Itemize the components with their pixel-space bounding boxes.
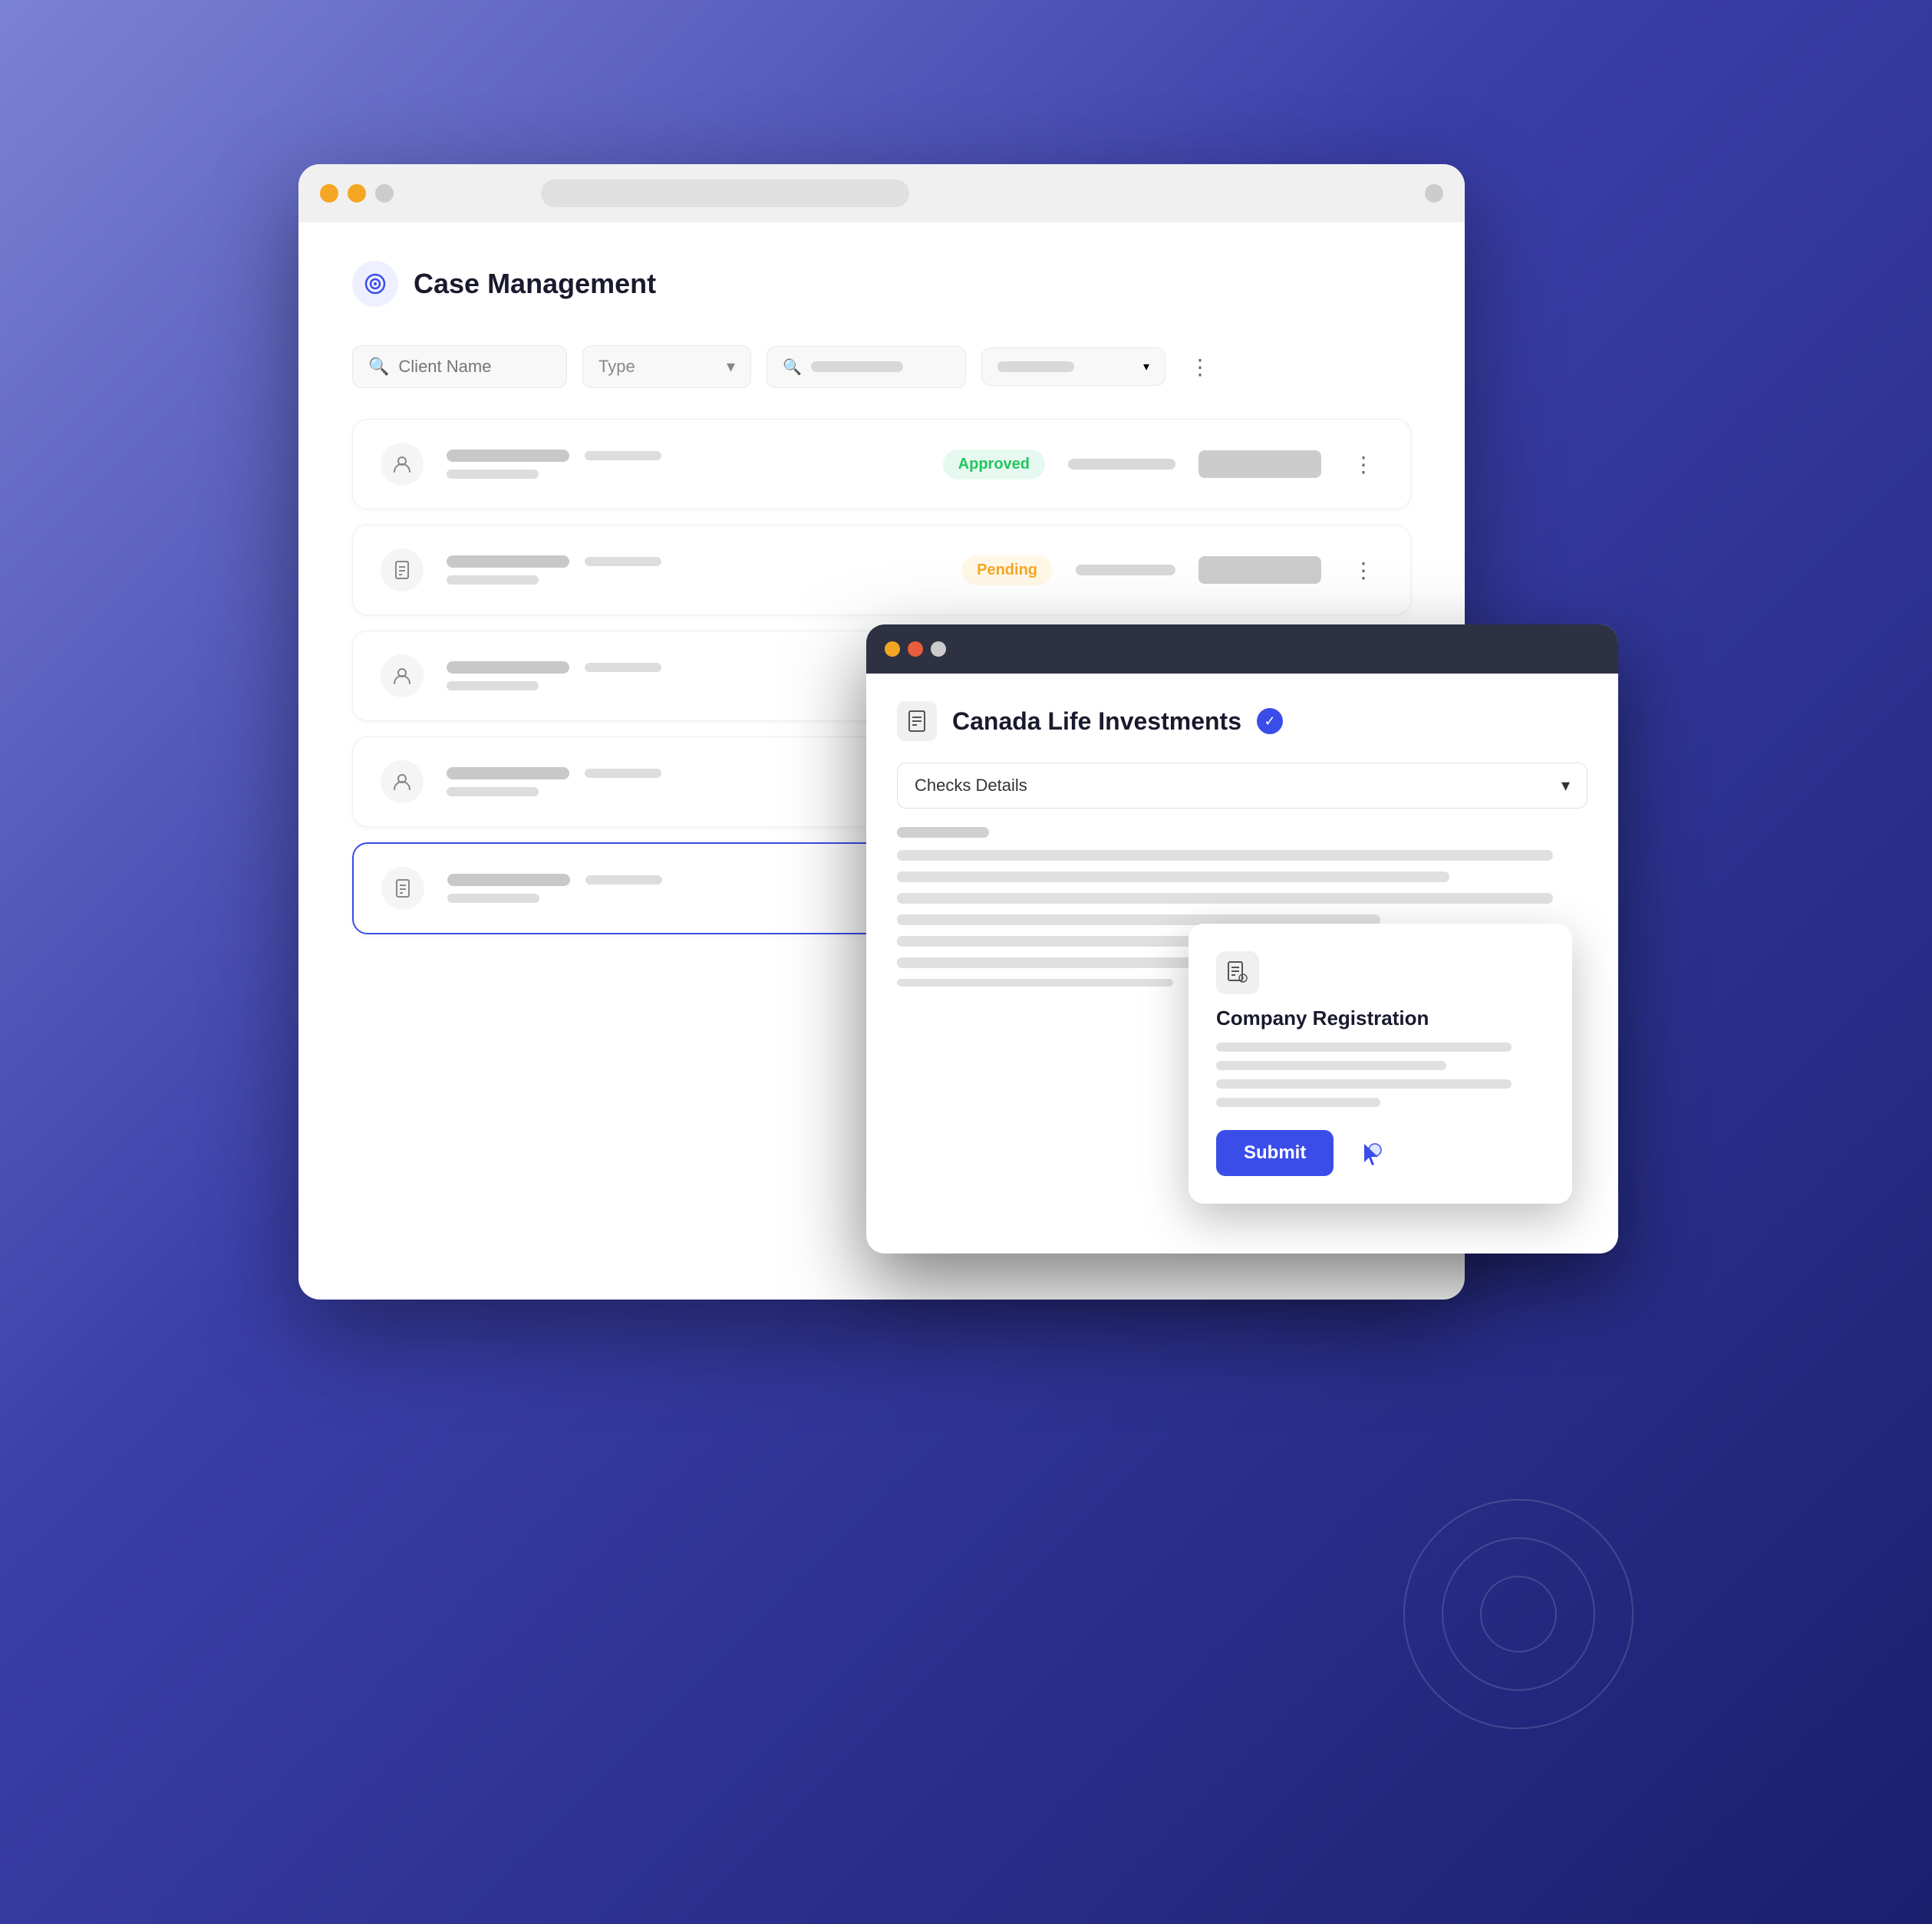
table-row[interactable]: Pending ⋮ (352, 525, 1411, 615)
search-icon: 🔍 (368, 357, 389, 377)
case-date-bar (1068, 459, 1175, 469)
cursor-icon (1349, 1133, 1389, 1173)
case-icon-person (381, 443, 424, 486)
case-type-bar (585, 451, 661, 460)
tooltip-bar (1216, 1079, 1512, 1089)
case-name-bar (447, 767, 569, 779)
status-blur (997, 361, 1074, 372)
decorative-circles (1327, 1422, 1634, 1729)
chevron-down-icon-sec: ▾ (1561, 776, 1570, 796)
more-options-button[interactable]: ⋮ (1181, 348, 1219, 386)
doc-icon (905, 710, 928, 733)
tooltip-footer: Submit (1216, 1130, 1545, 1176)
tooltip-bar (1216, 1098, 1380, 1107)
action-bar (1198, 450, 1321, 478)
company-reg-icon: ? (1225, 960, 1250, 985)
logo-icon (363, 272, 387, 296)
deco-circle-3 (1480, 1576, 1557, 1652)
tooltip-bar (1216, 1061, 1446, 1070)
case-date-bar (1076, 565, 1175, 575)
case-icon-document (381, 867, 424, 910)
deco-circle-2 (1442, 1537, 1595, 1691)
person-icon (391, 771, 413, 792)
table-row[interactable]: Approved ⋮ (352, 419, 1411, 509)
checks-dropdown[interactable]: Checks Details ▾ (897, 763, 1587, 809)
chevron-down-icon: ▾ (727, 357, 735, 377)
case-type-bar (585, 663, 661, 672)
client-name-search[interactable]: 🔍 (352, 345, 567, 388)
tooltip-bars (1216, 1043, 1545, 1107)
verified-badge: ✓ (1257, 708, 1283, 734)
url-bar (541, 180, 909, 207)
app-header: Case Management (352, 261, 1411, 307)
status-dropdown[interactable]: ▾ (981, 348, 1165, 386)
document-icon (391, 559, 413, 581)
case-details (447, 555, 938, 585)
case-name-bar (447, 874, 570, 886)
person-icon (391, 453, 413, 475)
case-type-bar (585, 769, 661, 778)
dot-close[interactable] (320, 184, 338, 203)
secondary-header: Canada Life Investments ✓ (897, 701, 1587, 741)
scene: Case Management 🔍 Type ▾ 🔍 ▾ (237, 118, 1695, 1806)
case-type-bar (585, 875, 662, 885)
search-blur (811, 361, 903, 372)
main-titlebar (298, 164, 1465, 222)
secondary-title: Canada Life Investments (952, 707, 1241, 736)
dot-maximize[interactable] (375, 184, 394, 203)
case-sub-bar (447, 575, 539, 585)
toolbar: 🔍 Type ▾ 🔍 ▾ ⋮ (352, 345, 1411, 388)
submit-button[interactable]: Submit (1216, 1130, 1334, 1176)
case-sub-bar (447, 894, 539, 903)
click-cursor-icon (1353, 1138, 1384, 1168)
window-control (1425, 184, 1443, 203)
content-top-bar (897, 827, 989, 838)
case-name-bar (447, 555, 569, 568)
sec-dot-maximize[interactable] (931, 641, 946, 657)
status-badge: Pending (961, 555, 1053, 585)
case-details (447, 450, 920, 479)
secondary-titlebar (866, 624, 1618, 674)
app-logo (352, 261, 398, 307)
type-dropdown[interactable]: Type ▾ (582, 345, 751, 388)
tooltip-bar (1216, 1043, 1512, 1052)
person-icon (391, 665, 413, 687)
type-label: Type (598, 357, 635, 377)
row-more-button[interactable]: ⋮ (1344, 445, 1383, 483)
secondary-doc-icon (897, 701, 937, 741)
content-bar (897, 893, 1553, 904)
sec-dot-close[interactable] (885, 641, 900, 657)
tooltip-doc-icon: ? (1216, 951, 1259, 994)
deco-circle-1 (1403, 1499, 1634, 1729)
search-icon-2: 🔍 (783, 357, 802, 377)
status-badge: Approved (943, 450, 1045, 479)
case-sub-bar (447, 681, 539, 690)
tooltip-card: ? Company Registration Submit (1189, 924, 1572, 1204)
row-more-button[interactable]: ⋮ (1344, 551, 1383, 589)
dot-minimize[interactable] (348, 184, 366, 203)
document-icon (392, 878, 414, 899)
case-name-bar (447, 450, 569, 462)
action-bar (1198, 556, 1321, 584)
content-bar (897, 979, 1173, 987)
case-type-bar (585, 557, 661, 566)
case-name-bar (447, 661, 569, 674)
secondary-search[interactable]: 🔍 (767, 346, 966, 388)
case-icon-person (381, 760, 424, 803)
content-bar (897, 850, 1553, 861)
sec-dot-minimize[interactable] (908, 641, 923, 657)
case-icon-document (381, 549, 424, 591)
case-icon-person (381, 654, 424, 697)
content-bar (897, 871, 1449, 882)
chevron-down-icon-2: ▾ (1143, 359, 1149, 374)
case-sub-bar (447, 469, 539, 479)
page-title: Case Management (414, 268, 656, 300)
tooltip-title: Company Registration (1216, 1006, 1545, 1030)
case-sub-bar (447, 787, 539, 796)
checks-label: Checks Details (915, 776, 1027, 796)
client-name-input[interactable] (398, 357, 551, 377)
svg-text:?: ? (1241, 976, 1245, 983)
